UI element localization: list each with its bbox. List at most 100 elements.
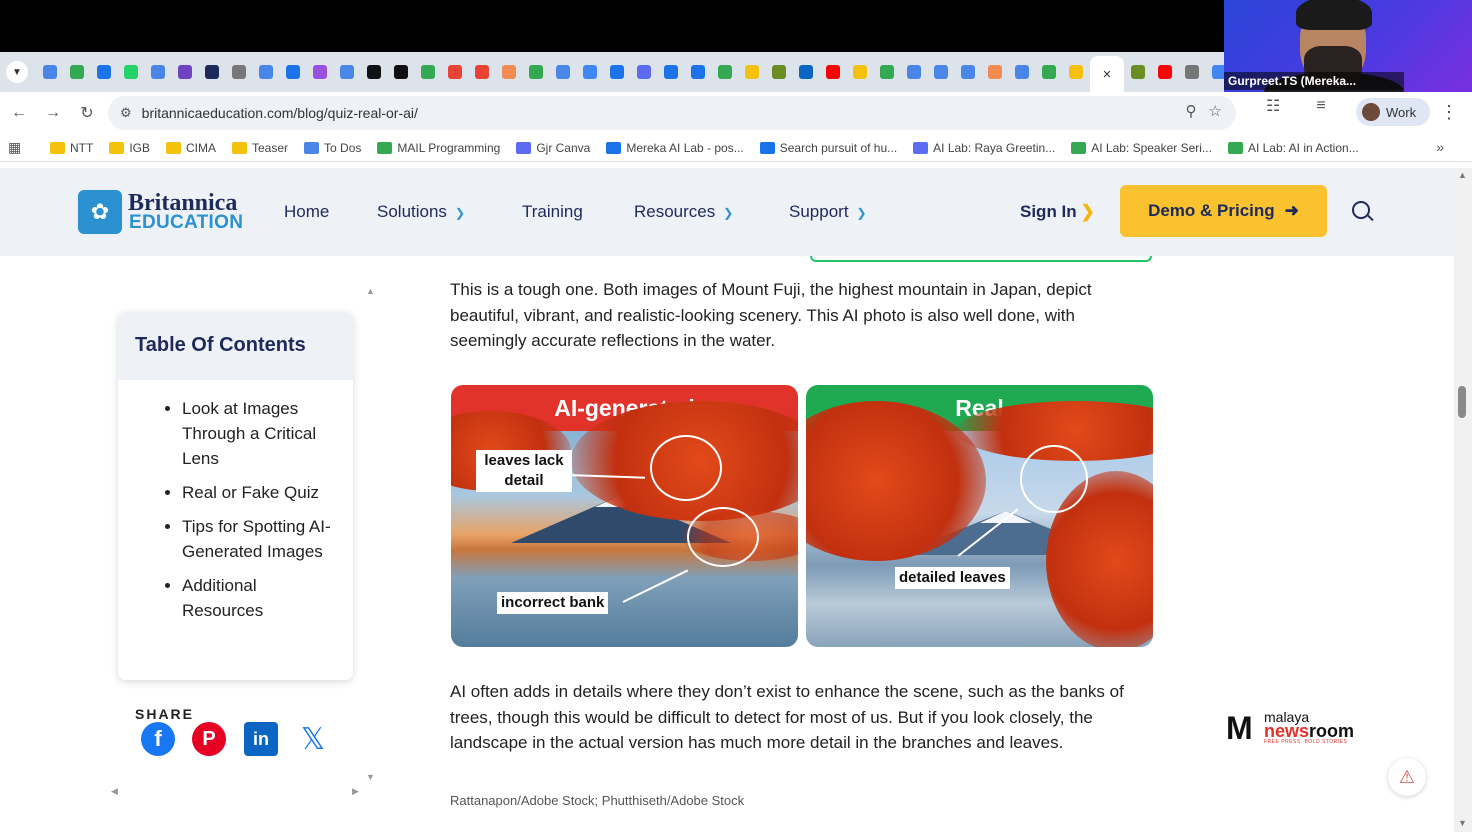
more-bookmarks-icon[interactable]: » [1436,139,1444,155]
forward-button[interactable]: → [36,96,70,130]
sidebar-scroll-right-icon[interactable]: ▶ [352,786,359,797]
toc-scroll-up-icon[interactable]: ▲ [366,286,375,296]
sidebar-scroll-left-icon[interactable]: ◀ [111,786,118,797]
extensions-icon[interactable]: ☷ [1266,96,1280,116]
reload-button[interactable]: ↻ [70,96,104,130]
tab-favicon-icon [124,65,138,79]
toc-scroll-down-icon[interactable]: ▼ [366,772,375,782]
tab-search-dropdown[interactable]: ▼ [6,61,28,83]
browser-tab[interactable] [469,59,495,85]
browser-tab[interactable] [388,59,414,85]
browser-tab[interactable] [766,59,792,85]
search-icon[interactable] [1352,201,1370,219]
browser-tab[interactable] [793,59,819,85]
browser-tab[interactable] [1063,59,1089,85]
nav-support[interactable]: Support ❯ [789,202,867,222]
browser-tab[interactable] [226,59,252,85]
nav-training[interactable]: Training [522,202,583,222]
browser-tab[interactable] [550,59,576,85]
browser-tab[interactable] [847,59,873,85]
toc-item-tips[interactable]: Tips for Spotting AI-Generated Images [182,514,337,564]
page-scrollbar[interactable]: ▲ ▼ [1454,168,1472,832]
tab-favicon-icon [934,65,948,79]
browser-tab[interactable] [361,59,387,85]
bookmark-item[interactable]: AI Lab: Raya Greetin... [913,141,1055,155]
browser-tab[interactable] [307,59,333,85]
reading-list-icon[interactable]: ≡ [1316,97,1325,115]
browser-tab[interactable] [982,59,1008,85]
zoom-icon[interactable]: ⚲ [1186,102,1197,120]
pdf-icon[interactable]: ⚠ [1388,758,1426,796]
browser-tab[interactable] [631,59,657,85]
browser-tab[interactable] [577,59,603,85]
logo-text-education[interactable]: EDUCATION [129,212,243,234]
browser-tab[interactable] [118,59,144,85]
nav-home[interactable]: Home [284,202,329,222]
facebook-icon[interactable]: f [141,722,175,756]
profile-chip[interactable]: Work [1356,98,1430,126]
browser-tab[interactable] [928,59,954,85]
browser-tab[interactable] [712,59,738,85]
browser-tab[interactable] [496,59,522,85]
britannica-logo-icon[interactable]: ✿ [78,190,122,234]
active-tab[interactable]: × [1090,56,1124,92]
browser-tab[interactable] [1179,59,1205,85]
browser-tab[interactable] [739,59,765,85]
close-tab-icon[interactable]: × [1103,66,1112,83]
bookmark-item[interactable]: Teaser [232,141,288,155]
sign-in-link[interactable]: Sign In ❯ [1020,202,1095,222]
scrollbar-thumb[interactable] [1458,386,1466,418]
browser-tab[interactable] [1125,59,1151,85]
browser-tab[interactable] [64,59,90,85]
browser-tab[interactable] [280,59,306,85]
browser-tab[interactable] [874,59,900,85]
toc-item-critical-lens[interactable]: Look at Images Through a Critical Lens [182,396,337,471]
browser-tab[interactable] [91,59,117,85]
browser-tab[interactable] [37,59,63,85]
browser-tab[interactable] [199,59,225,85]
url-text[interactable]: britannicaeducation.com/blog/quiz-real-o… [142,105,418,121]
scroll-down-icon[interactable]: ▼ [1458,818,1467,828]
scroll-up-icon[interactable]: ▲ [1458,170,1467,180]
bookmark-item[interactable]: IGB [109,141,150,155]
bookmark-star-icon[interactable]: ☆ [1209,102,1222,120]
bookmark-item[interactable]: Gjr Canva [516,141,590,155]
browser-tab[interactable] [1152,59,1178,85]
browser-tab[interactable] [604,59,630,85]
site-settings-icon[interactable]: ⚙ [120,105,132,121]
bookmark-item[interactable]: Search pursuit of hu... [759,141,897,155]
linkedin-icon[interactable]: in [244,722,278,756]
browser-menu-icon[interactable]: ⋮ [1440,102,1458,123]
apps-grid-icon[interactable]: ▦ [8,139,28,156]
browser-tab[interactable] [415,59,441,85]
browser-tab[interactable] [901,59,927,85]
toc-item-resources[interactable]: Additional Resources [182,573,337,623]
bookmark-item[interactable]: MAIL Programming [377,141,500,155]
browser-tab[interactable] [172,59,198,85]
pinterest-icon[interactable]: P [192,722,226,756]
bookmark-item[interactable]: CIMA [166,141,216,155]
nav-solutions[interactable]: Solutions ❯ [377,202,465,222]
bookmark-item[interactable]: Mereka AI Lab - pos... [606,141,744,155]
x-icon[interactable]: 𝕏 [296,722,330,756]
browser-tab[interactable] [1009,59,1035,85]
browser-tab[interactable] [334,59,360,85]
browser-tab[interactable] [955,59,981,85]
bookmark-item[interactable]: AI Lab: AI in Action... [1227,141,1359,155]
nav-resources[interactable]: Resources ❯ [634,202,733,222]
bookmark-item[interactable]: AI Lab: Speaker Seri... [1071,141,1212,155]
browser-tab[interactable] [253,59,279,85]
browser-tab[interactable] [820,59,846,85]
browser-tab[interactable] [145,59,171,85]
browser-tab[interactable] [523,59,549,85]
browser-tab[interactable] [658,59,684,85]
demo-pricing-button[interactable]: Demo & Pricing ➜ [1120,185,1327,237]
browser-tab[interactable] [685,59,711,85]
browser-tab[interactable] [1036,59,1062,85]
bookmark-item[interactable]: To Dos [304,141,361,155]
back-button[interactable]: ← [2,96,36,130]
toc-item-quiz[interactable]: Real or Fake Quiz [182,480,337,505]
omnibox[interactable]: ⚙ britannicaeducation.com/blog/quiz-real… [108,96,1236,130]
browser-tab[interactable] [442,59,468,85]
bookmark-item[interactable]: NTT [50,141,93,155]
